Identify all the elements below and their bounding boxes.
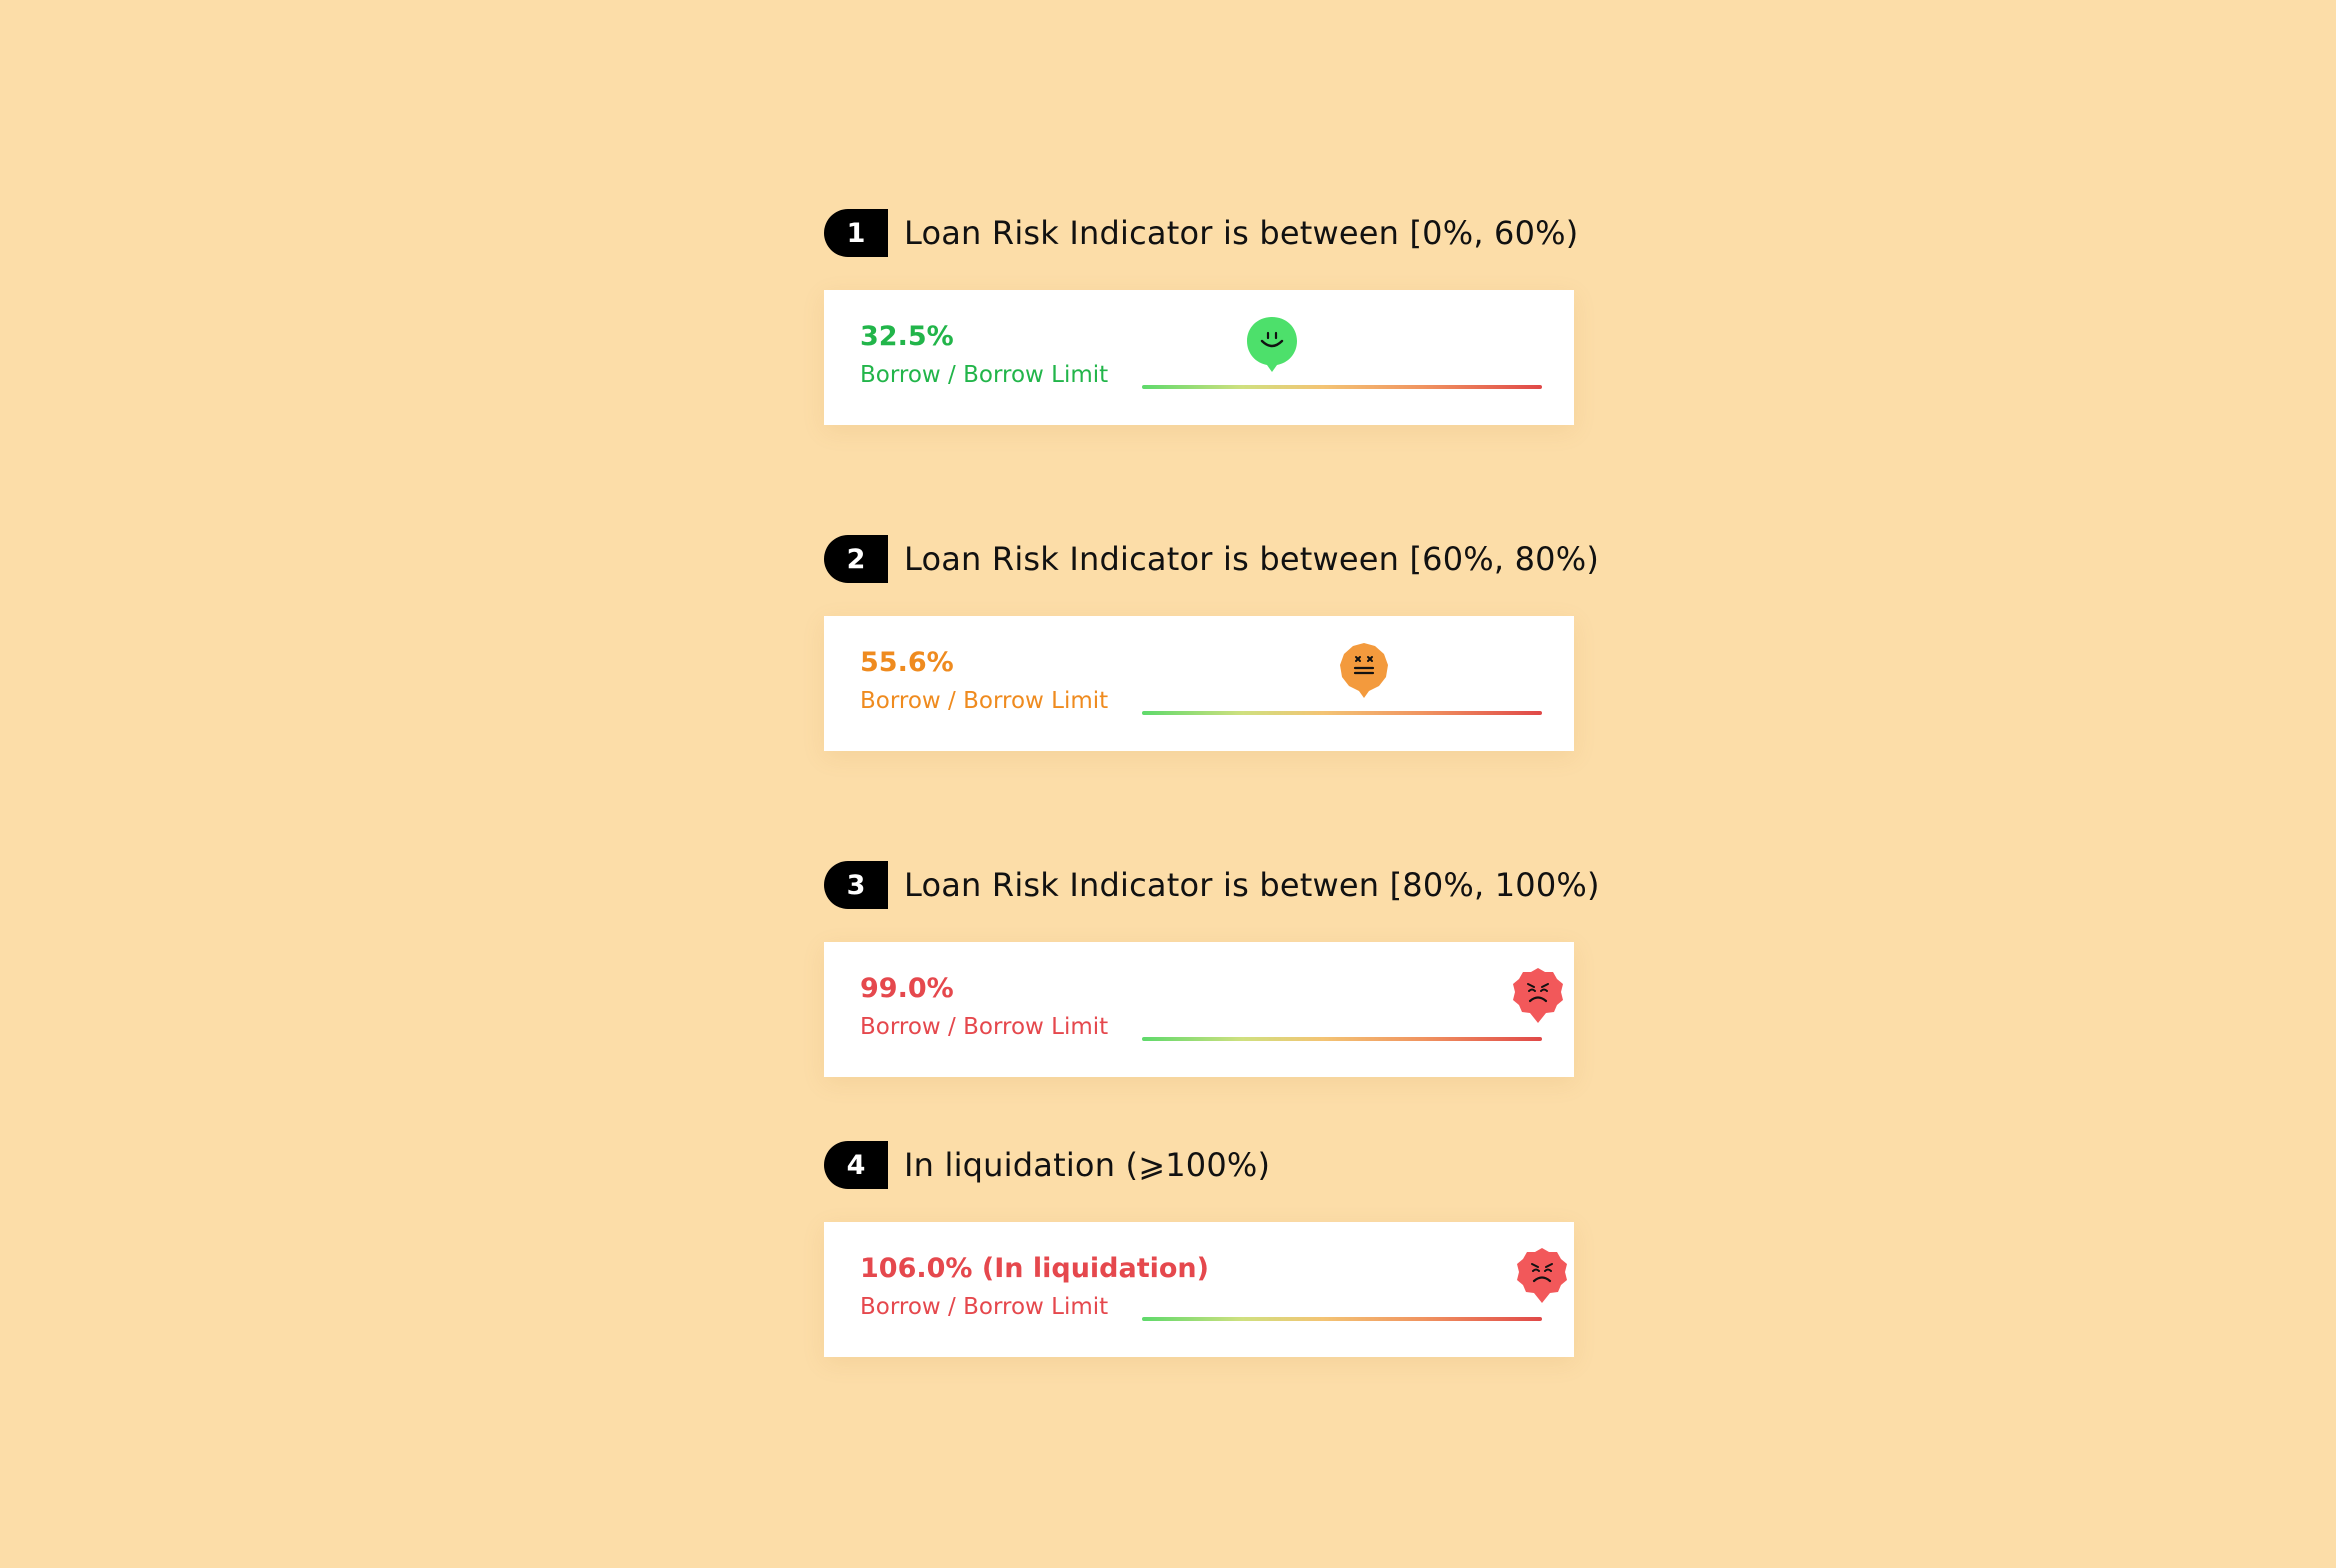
step-number-badge: 3 xyxy=(824,861,888,909)
risk-label: Borrow / Borrow Limit xyxy=(860,362,1109,388)
neutral-face-icon xyxy=(1338,641,1390,701)
risk-value: 55.6% xyxy=(860,647,954,678)
risk-value: 106.0% (In liquidation) xyxy=(860,1253,1209,1284)
risk-label: Borrow / Borrow Limit xyxy=(860,1014,1109,1040)
risk-value: 99.0% xyxy=(860,973,954,1004)
risk-gradient-track xyxy=(1142,1317,1542,1321)
section-title: Loan Risk Indicator is between [0%, 60%) xyxy=(904,214,1579,252)
risk-card: 99.0% Borrow / Borrow Limit xyxy=(824,942,1574,1077)
risk-gradient-track xyxy=(1142,1037,1542,1041)
step-number-badge: 1 xyxy=(824,209,888,257)
section-heading: 2 Loan Risk Indicator is between [60%, 8… xyxy=(824,535,1599,583)
section-title: Loan Risk Indicator is between [60%, 80%… xyxy=(904,540,1600,578)
risk-label: Borrow / Borrow Limit xyxy=(860,1294,1109,1320)
risk-gradient-track xyxy=(1142,711,1542,715)
risk-card: 106.0% (In liquidation) Borrow / Borrow … xyxy=(824,1222,1574,1357)
step-number-badge: 4 xyxy=(824,1141,888,1189)
risk-card: 55.6% Borrow / Borrow Limit xyxy=(824,616,1574,751)
section-title: In liquidation (⩾100%) xyxy=(904,1146,1271,1184)
section-heading: 1 Loan Risk Indicator is between [0%, 60… xyxy=(824,209,1578,257)
risk-label: Borrow / Borrow Limit xyxy=(860,688,1109,714)
section-heading: 4 In liquidation (⩾100%) xyxy=(824,1141,1270,1189)
risk-value: 32.5% xyxy=(860,321,954,352)
step-number-badge: 2 xyxy=(824,535,888,583)
sad-face-icon xyxy=(1516,1247,1568,1307)
happy-face-icon xyxy=(1246,315,1298,375)
sad-face-icon xyxy=(1512,967,1564,1027)
risk-card: 32.5% Borrow / Borrow Limit xyxy=(824,290,1574,425)
risk-gradient-track xyxy=(1142,385,1542,389)
section-title: Loan Risk Indicator is betwen [80%, 100%… xyxy=(904,866,1600,904)
section-heading: 3 Loan Risk Indicator is betwen [80%, 10… xyxy=(824,861,1600,909)
